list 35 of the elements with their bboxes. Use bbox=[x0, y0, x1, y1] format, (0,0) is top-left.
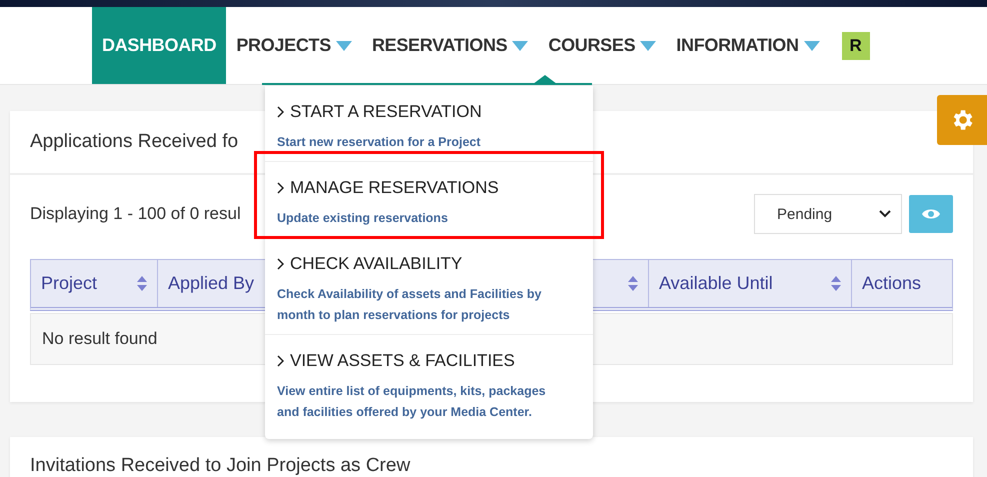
chevron-right-icon bbox=[277, 182, 284, 194]
menu-item[interactable]: CHECK AVAILABILITY Check Availability of assets and Facilities by month to plan reservations for projects bbox=[265, 238, 593, 334]
menu-item-description: Update existing reservations bbox=[277, 210, 449, 227]
caret-icon bbox=[640, 40, 656, 50]
eye-icon bbox=[922, 208, 940, 220]
nav-link[interactable]: INFORMATION bbox=[666, 7, 830, 84]
status-dropdown[interactable]: Pending bbox=[754, 194, 902, 234]
settings-button[interactable] bbox=[937, 95, 987, 145]
menu-item-description: View entire list of equipments, kits, packages and facilities offered by your Media Center. bbox=[277, 383, 547, 421]
menu-item-description: Start new reservation for a Project bbox=[277, 134, 482, 151]
caret-icon bbox=[336, 40, 352, 50]
nav-link[interactable]: COURSES bbox=[538, 7, 666, 84]
card-title: Applications Received fo bbox=[30, 131, 238, 153]
chevron-down-icon bbox=[879, 210, 891, 218]
view-button[interactable] bbox=[909, 195, 953, 233]
column-header[interactable]: Available Until bbox=[649, 260, 852, 307]
nav-link[interactable]: PROJECTS bbox=[226, 7, 362, 84]
sort-icon[interactable] bbox=[628, 276, 638, 292]
card-title: Invitations Received to Join Projects as Crew bbox=[30, 455, 410, 476]
results-summary: Displaying 1 - 100 of 0 resul bbox=[30, 204, 241, 224]
menu-item-title: START A RESERVATION bbox=[277, 102, 557, 122]
column-header[interactable]: Actions bbox=[852, 260, 954, 307]
caret-icon bbox=[512, 40, 528, 50]
menu-item[interactable]: START A RESERVATION Start new reservation for a Project bbox=[265, 86, 593, 161]
chevron-right-icon bbox=[277, 258, 284, 270]
caret-icon bbox=[804, 40, 820, 50]
nav-link[interactable]: RESERVATIONS bbox=[362, 7, 538, 84]
chevron-right-icon bbox=[277, 355, 284, 367]
sort-icon[interactable] bbox=[831, 276, 841, 292]
sort-icon[interactable] bbox=[137, 276, 147, 292]
menu-item-title: MANAGE RESERVATIONS bbox=[277, 178, 557, 198]
user-avatar[interactable]: R bbox=[842, 32, 870, 60]
column-header[interactable]: Project bbox=[31, 260, 158, 307]
nav-link[interactable]: DASHBOARD bbox=[92, 7, 226, 84]
chevron-right-icon bbox=[277, 106, 284, 118]
